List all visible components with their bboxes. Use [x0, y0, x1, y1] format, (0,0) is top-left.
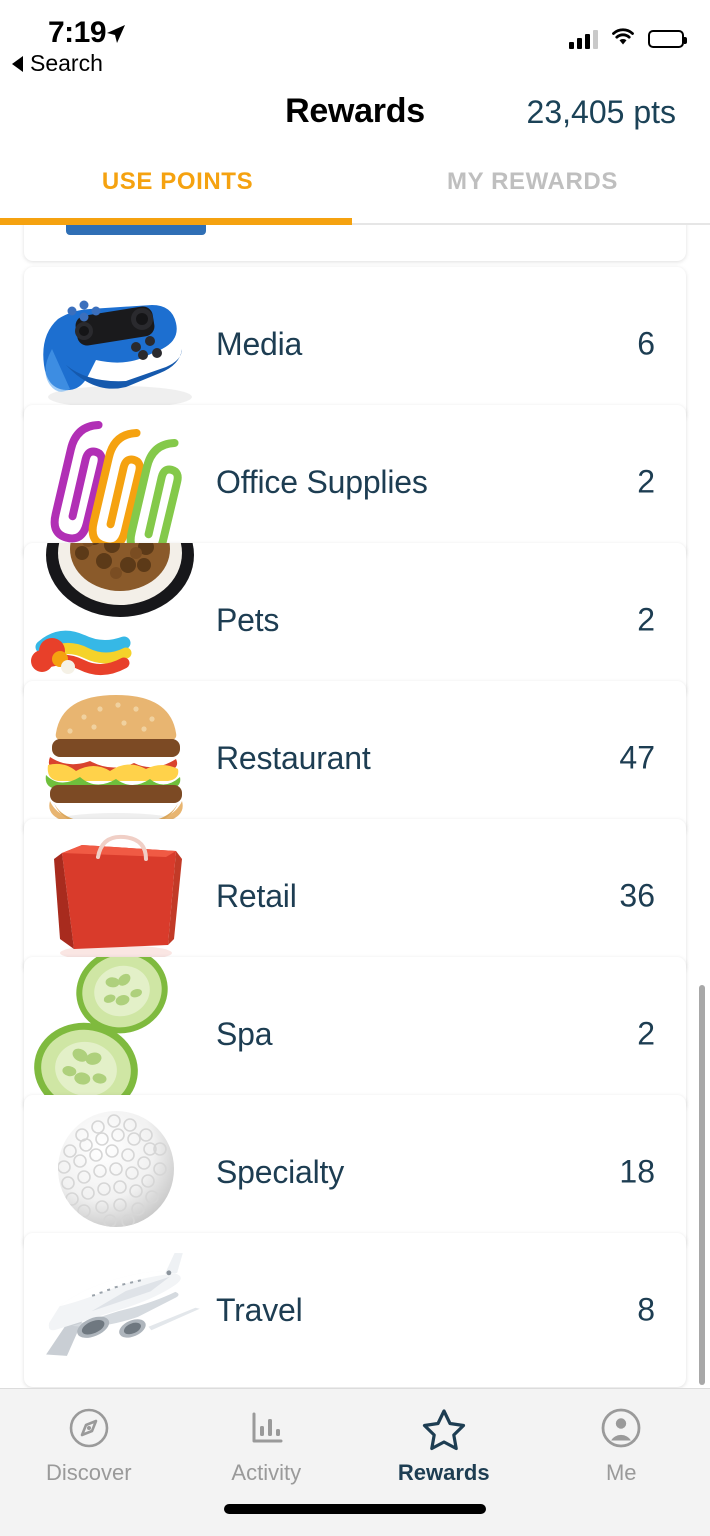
list-item-label: Spa	[216, 1015, 273, 1052]
list-item[interactable]: Specialty 18	[24, 1095, 686, 1249]
cucumber-slices-icon	[24, 957, 216, 1111]
nav-header: Rewards 23,405 pts	[0, 92, 710, 154]
location-arrow-icon	[104, 22, 128, 51]
tab-label: Discover	[45, 1460, 132, 1485]
back-triangle-icon	[12, 55, 23, 72]
compass-icon	[66, 1405, 112, 1451]
list-item-count: 47	[619, 739, 655, 776]
list-item-label: Retail	[216, 877, 297, 914]
list-item[interactable]: Restaurant 47	[24, 681, 686, 835]
list-item[interactable]: Spa 2	[24, 957, 686, 1111]
list-item-count: 36	[619, 877, 655, 914]
tab-rewards[interactable]: Rewards	[355, 1389, 533, 1499]
back-to-search-link[interactable]: Search	[12, 50, 103, 77]
tab-discover[interactable]: Discover	[0, 1389, 178, 1499]
tab-my-rewards[interactable]: MY REWARDS	[355, 168, 710, 224]
list-item-count: 6	[637, 325, 655, 362]
list-item-count: 2	[637, 1015, 655, 1052]
paperclips-icon	[24, 405, 216, 559]
list-item-label: Media	[216, 325, 303, 362]
list-item-label: Specialty	[216, 1153, 345, 1190]
tab-label: Me	[605, 1460, 637, 1485]
list-item[interactable]	[24, 225, 686, 261]
list-item[interactable]: Travel 8	[24, 1233, 686, 1387]
hamburger-icon	[24, 681, 216, 835]
category-list[interactable]: Media 6 Office Supplies 2 Pets 2 Restaur…	[0, 225, 710, 1388]
shopping-bag-icon	[24, 819, 216, 973]
star-icon	[421, 1405, 467, 1451]
airplane-icon	[24, 1233, 216, 1387]
golf-ball-icon	[24, 1095, 216, 1249]
list-item[interactable]: Media 6	[24, 267, 686, 421]
tab-bar: USE POINTS MY REWARDS	[0, 168, 710, 224]
list-item-label: Office Supplies	[216, 463, 428, 500]
list-item-count: 8	[637, 1291, 655, 1328]
list-item[interactable]: Pets 2	[24, 543, 686, 697]
points-balance[interactable]: 23,405 pts	[527, 94, 676, 131]
tab-label: Rewards	[397, 1460, 490, 1485]
list-item[interactable]: Retail 36	[24, 819, 686, 973]
tab-active-indicator	[0, 218, 352, 225]
list-item-count: 18	[619, 1153, 655, 1190]
list-item-count: 2	[637, 463, 655, 500]
list-item-label: Pets	[216, 601, 280, 638]
bottom-tab-bar: Discover Activity Rewards Me	[0, 1388, 710, 1536]
tab-label: Activity	[231, 1460, 302, 1485]
pet-bowl-rope-toy-icon	[24, 543, 216, 697]
battery-icon	[648, 29, 687, 48]
tab-me[interactable]: Me	[533, 1389, 710, 1499]
status-bar-time: 7:19	[48, 16, 107, 49]
list-item-label: Travel	[216, 1291, 303, 1328]
back-link-label: Search	[30, 50, 103, 76]
status-bar-indicators	[569, 26, 687, 51]
vertical-scrollbar[interactable]	[699, 985, 705, 1385]
person-circle-icon	[598, 1405, 644, 1451]
tab-use-points[interactable]: USE POINTS	[0, 168, 355, 224]
tab-activity[interactable]: Activity	[178, 1389, 356, 1499]
partial-card-icon	[24, 225, 216, 261]
list-item-label: Restaurant	[216, 739, 371, 776]
list-item-count: 2	[637, 601, 655, 638]
cellular-signal-icon	[569, 29, 598, 49]
app-screen: 7:19 Search Rewards 23,405 pts USE POINT…	[0, 0, 710, 1536]
home-indicator	[224, 1504, 486, 1514]
wifi-icon	[610, 26, 636, 51]
bar-chart-icon	[243, 1405, 289, 1451]
list-item[interactable]: Office Supplies 2	[24, 405, 686, 559]
status-bar: 7:19	[0, 0, 710, 66]
game-controller-icon	[24, 267, 216, 421]
